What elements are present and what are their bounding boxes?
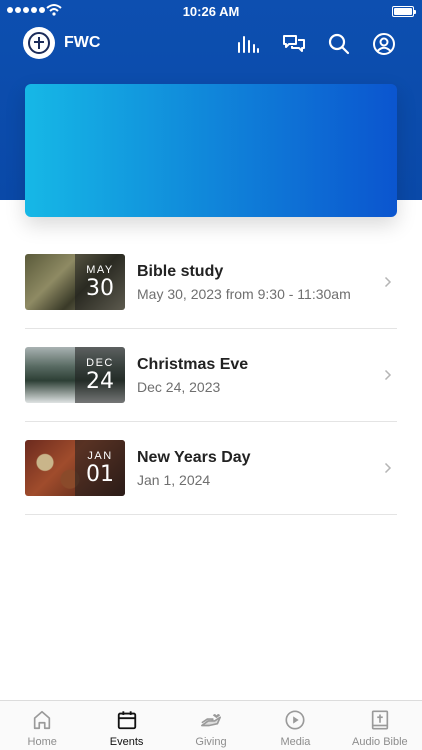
tab-label: Giving (195, 736, 227, 748)
app-logo[interactable] (23, 27, 55, 59)
event-thumbnail: JAN 01 (25, 440, 125, 496)
event-date: Jan 1, 2024 (137, 472, 211, 488)
event-date: Dec 24, 2023 (137, 379, 221, 395)
logo-mark (28, 32, 50, 54)
date-badge-day: 24 (86, 369, 114, 394)
bible-icon (371, 710, 388, 730)
stats-icon[interactable] (236, 32, 260, 56)
event-date: May 30, 2023 from 9:30 - 11:30am (137, 286, 351, 302)
event-row[interactable]: JAN 01 New Years Day Jan 1, 2024 (25, 422, 397, 515)
tab-giving[interactable]: Giving (169, 701, 253, 750)
tab-label: Home (27, 736, 57, 748)
event-thumbnail: DEC 24 (25, 347, 125, 403)
calendar-icon (117, 711, 136, 730)
date-badge-month: JAN (87, 450, 113, 462)
chevron-right-icon (384, 462, 392, 474)
chevron-right-icon (384, 276, 392, 288)
battery-icon (392, 6, 416, 17)
tab-label: Events (109, 736, 144, 748)
date-badge-day: 01 (86, 462, 114, 487)
tab-label: Media (280, 736, 311, 748)
date-badge: JAN 01 (75, 440, 125, 496)
date-badge: MAY 30 (75, 254, 125, 310)
status-bar: 10:26 AM (0, 0, 422, 22)
event-title: New Years Day (137, 449, 251, 466)
hero-banner[interactable] (25, 84, 397, 217)
giving-hand-icon (201, 714, 222, 727)
home-icon (34, 710, 51, 730)
app-title: FWC (64, 34, 101, 51)
tab-bar: Home Events Giving Media Audio Bible (0, 700, 422, 750)
tab-media[interactable]: Media (253, 701, 337, 750)
event-thumbnail: MAY 30 (25, 254, 125, 310)
event-row[interactable]: DEC 24 Christmas Eve Dec 24, 2023 (25, 329, 397, 422)
event-title: Bible study (137, 263, 224, 280)
chevron-right-icon (384, 369, 392, 381)
event-list: MAY 30 Bible study May 30, 2023 from 9:3… (25, 236, 397, 515)
tab-label: Audio Bible (352, 736, 408, 748)
search-icon[interactable] (327, 32, 351, 56)
tab-home[interactable]: Home (0, 701, 84, 750)
tab-audio-bible[interactable]: Audio Bible (338, 701, 422, 750)
chat-icon[interactable] (282, 32, 306, 56)
tab-events[interactable]: Events (84, 701, 168, 750)
date-badge-month: MAY (86, 264, 114, 276)
top-nav: FWC (0, 24, 422, 64)
profile-icon[interactable] (372, 32, 396, 56)
event-title: Christmas Eve (137, 356, 249, 373)
date-badge: DEC 24 (75, 347, 125, 403)
event-row[interactable]: MAY 30 Bible study May 30, 2023 from 9:3… (25, 236, 397, 329)
date-badge-month: DEC (86, 357, 114, 369)
play-icon (285, 710, 305, 730)
date-badge-day: 30 (86, 276, 114, 301)
status-time: 10:26 AM (182, 4, 240, 19)
